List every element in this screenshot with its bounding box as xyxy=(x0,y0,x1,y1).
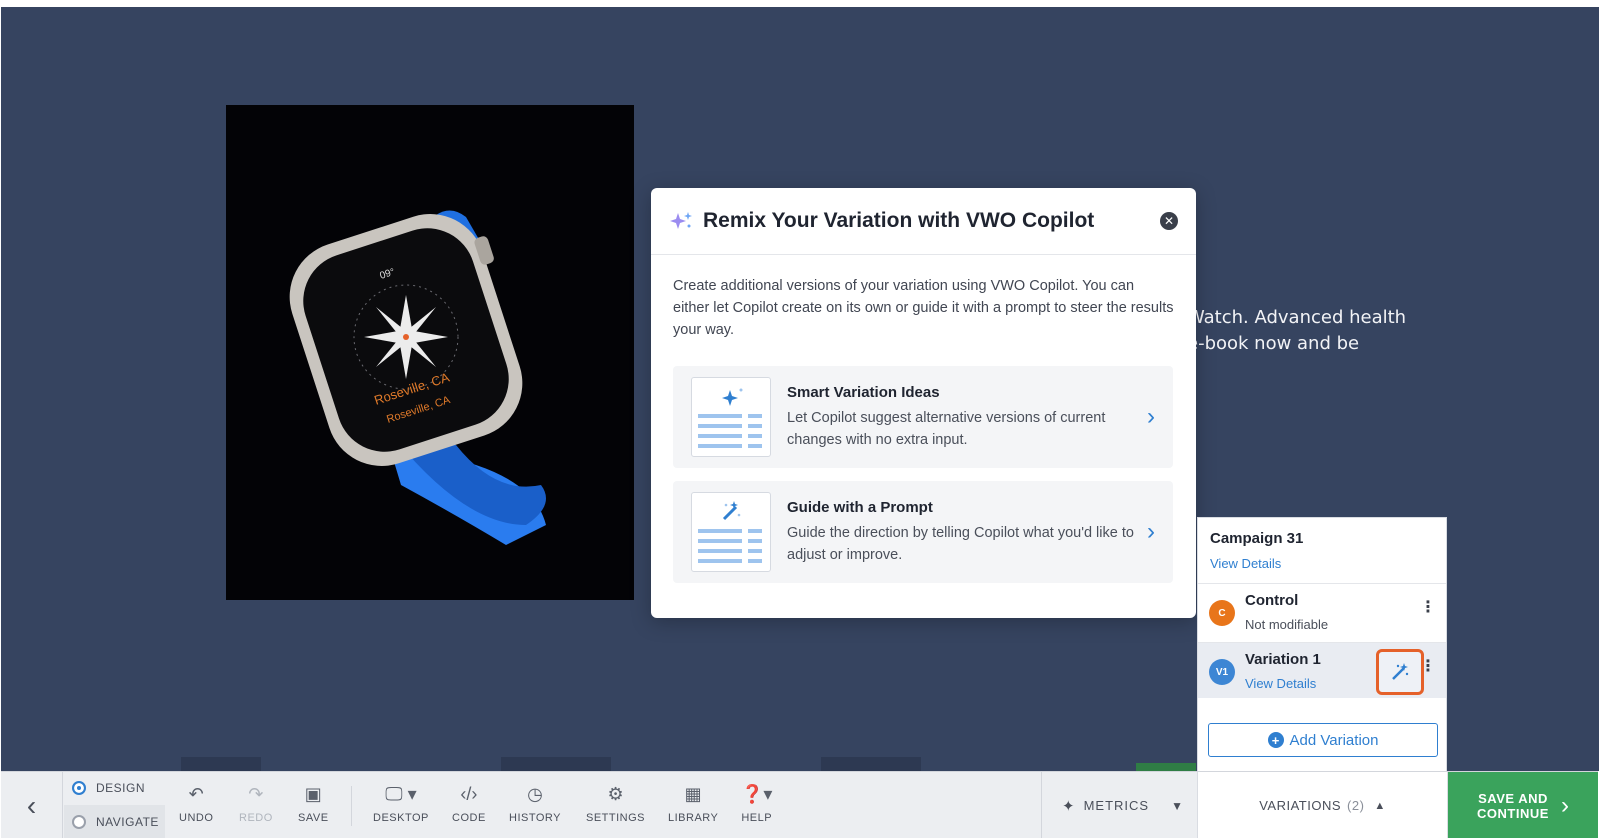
caret-up-icon: ▲ xyxy=(1374,799,1386,812)
variation-name: Control xyxy=(1245,592,1299,609)
sparkle-icon xyxy=(670,212,692,229)
save-continue-label: SAVE AND CONTINUE xyxy=(1477,791,1549,821)
smart-ideas-illustration-icon xyxy=(691,377,771,457)
code-icon: ‹/› xyxy=(460,783,478,804)
plus-icon: + xyxy=(1267,732,1284,748)
campaign-view-details-link[interactable]: View Details xyxy=(1210,556,1281,571)
library-label: LIBRARY xyxy=(668,812,719,824)
toolbar-divider xyxy=(351,786,352,826)
caret-down-icon: ▼ xyxy=(1171,798,1184,813)
radio-selected-icon xyxy=(72,781,86,795)
variation-row-control[interactable]: C Control Not modifiable ⋮ xyxy=(1198,583,1446,639)
variation-name: Variation 1 xyxy=(1245,651,1321,668)
add-variation-button[interactable]: + Add Variation xyxy=(1208,723,1438,757)
redo-label: REDO xyxy=(239,812,273,824)
variation-badge: V1 xyxy=(1209,659,1235,685)
editor-window: 09° Roseville, CA Roseville, CA Watch. A… xyxy=(0,0,1600,838)
variation-view-details-link[interactable]: View Details xyxy=(1245,676,1316,691)
sparkle-icon: ✦ xyxy=(1062,797,1076,815)
modal-header: Remix Your Variation with VWO Copilot ✕ xyxy=(651,188,1196,255)
kebab-menu-icon[interactable]: ⋮ xyxy=(1420,659,1436,675)
copilot-remix-button[interactable] xyxy=(1376,649,1424,695)
redo-button[interactable]: ↷ REDO xyxy=(239,782,273,832)
page-section-heading xyxy=(501,757,611,771)
modal-title: Remix Your Variation with VWO Copilot xyxy=(703,209,1095,232)
save-label: SAVE xyxy=(298,812,329,824)
page-body-text-line-2: e-book now and be xyxy=(1187,333,1360,354)
navigate-mode-radio[interactable]: NAVIGATE xyxy=(64,805,165,838)
mode-switch: DESIGN NAVIGATE xyxy=(64,772,169,838)
design-mode-label: DESIGN xyxy=(96,781,146,795)
desktop-device-dropdown[interactable]: 🖵 ▾ DESKTOP xyxy=(373,782,429,832)
undo-icon: ↶ xyxy=(188,783,204,804)
option-title: Guide with a Prompt xyxy=(787,498,933,516)
design-mode-radio[interactable]: DESIGN xyxy=(68,772,165,804)
product-image[interactable]: 09° Roseville, CA Roseville, CA xyxy=(226,105,634,600)
history-label: HISTORY xyxy=(509,812,561,824)
guide-prompt-illustration-icon xyxy=(691,492,771,572)
help-dropdown[interactable]: ❓▾ HELP xyxy=(741,782,772,832)
option-text: Guide the direction by telling Copilot w… xyxy=(787,524,1134,563)
page-section-heading xyxy=(181,757,261,771)
desktop-label: DESKTOP xyxy=(373,812,429,824)
variation-badge: C xyxy=(1209,600,1235,626)
guide-with-prompt-option[interactable]: Guide with a Prompt Guide the direction … xyxy=(673,481,1173,583)
settings-button[interactable]: ⚙ SETTINGS xyxy=(586,782,645,832)
variation-status: Not modifiable xyxy=(1245,617,1329,632)
save-continue-line-1: SAVE AND xyxy=(1478,790,1548,806)
editor-toolbar: ‹ DESIGN NAVIGATE ↶ UNDO ↷ REDO ▣ SAVE 🖵 xyxy=(1,771,1598,838)
option-body: Smart Variation Ideas Let Copilot sugges… xyxy=(787,384,1137,451)
option-text: Let Copilot suggest alternative versions… xyxy=(787,409,1106,448)
option-title: Smart Variation Ideas xyxy=(787,383,940,401)
option-body: Guide with a Prompt Guide the direction … xyxy=(787,499,1137,566)
variations-count: (2) xyxy=(1347,798,1365,813)
save-and-continue-button[interactable]: SAVE AND CONTINUE › xyxy=(1448,772,1598,838)
redo-icon: ↷ xyxy=(248,783,264,804)
kebab-menu-icon[interactable]: ⋮ xyxy=(1420,600,1436,616)
copilot-remix-modal: Remix Your Variation with VWO Copilot ✕ … xyxy=(651,188,1196,618)
save-icon: ▣ xyxy=(304,783,322,804)
settings-label: SETTINGS xyxy=(586,812,646,824)
smart-variation-ideas-option[interactable]: Smart Variation Ideas Let Copilot sugges… xyxy=(673,366,1173,468)
history-button[interactable]: ◷ HISTORY xyxy=(509,782,561,832)
library-grid-icon: ▦ xyxy=(684,783,702,804)
add-variation-label: Add Variation xyxy=(1289,731,1379,749)
save-continue-line-2: CONTINUE xyxy=(1477,805,1549,821)
variations-label: VARIATIONS xyxy=(1259,798,1342,813)
variations-toggle[interactable]: VARIATIONS (2) ▲ xyxy=(1197,772,1448,838)
undo-button[interactable]: ↶ UNDO xyxy=(179,782,213,832)
page-section-heading xyxy=(821,757,921,771)
page-green-element xyxy=(1136,763,1196,771)
help-icon: ❓▾ xyxy=(741,783,773,804)
metrics-label: METRICS xyxy=(1083,798,1150,813)
variation-row-variation-1[interactable]: V1 Variation 1 View Details ⋮ xyxy=(1198,642,1446,698)
chevron-right-icon: › xyxy=(1560,791,1569,819)
close-icon[interactable]: ✕ xyxy=(1160,212,1178,230)
watch-illustration: 09° Roseville, CA Roseville, CA xyxy=(226,105,634,600)
library-button[interactable]: ▦ LIBRARY xyxy=(668,782,718,832)
page-body-text: Watch. Advanced health e-book now and be xyxy=(1187,305,1406,357)
help-label: HELP xyxy=(741,812,773,824)
code-label: CODE xyxy=(452,812,486,824)
metrics-dropdown[interactable]: ✦ METRICS ▼ xyxy=(1041,772,1196,838)
modal-description: Create additional versions of your varia… xyxy=(673,278,1174,338)
page-body-text-line-1: Watch. Advanced health xyxy=(1187,307,1407,328)
chevron-right-icon: › xyxy=(1147,403,1155,430)
radio-unselected-icon xyxy=(72,815,86,829)
undo-label: UNDO xyxy=(179,812,214,824)
back-chevron-icon[interactable]: ‹ xyxy=(1,772,63,838)
monitor-icon: 🖵 ▾ xyxy=(385,783,417,804)
campaign-name: Campaign 31 xyxy=(1210,530,1304,547)
history-icon: ◷ xyxy=(527,783,543,804)
chevron-right-icon: › xyxy=(1147,518,1155,545)
navigate-mode-label: NAVIGATE xyxy=(96,815,159,829)
magic-wand-icon xyxy=(1392,663,1409,680)
save-button[interactable]: ▣ SAVE xyxy=(298,782,329,832)
gear-icon: ⚙ xyxy=(607,783,624,804)
code-button[interactable]: ‹/› CODE xyxy=(452,782,486,832)
